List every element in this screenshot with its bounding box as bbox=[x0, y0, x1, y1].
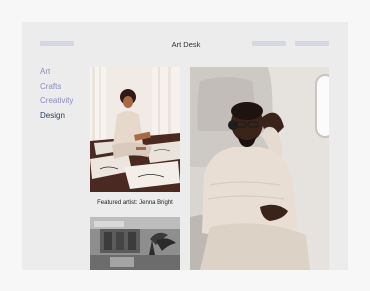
sidebar-item-crafts[interactable]: Crafts bbox=[40, 80, 73, 95]
featured-artist-caption: Featured artist: Jenna Bright bbox=[97, 200, 173, 206]
featured-artist-photo[interactable] bbox=[90, 67, 180, 192]
sidebar-item-creativity[interactable]: Creativity bbox=[40, 94, 73, 109]
artist-drawing-image bbox=[90, 67, 180, 192]
studio-photo[interactable] bbox=[90, 217, 180, 270]
nav-placeholder-left[interactable] bbox=[40, 41, 74, 46]
studio-bw-image bbox=[90, 217, 180, 270]
site-brand[interactable]: Art Desk bbox=[164, 40, 208, 49]
main-feature-photo[interactable] bbox=[190, 67, 329, 270]
airplane-passenger-image bbox=[190, 67, 329, 270]
sidebar-item-art[interactable]: Art bbox=[40, 65, 73, 80]
sidebar-item-design[interactable]: Design bbox=[40, 109, 73, 124]
page-container: Art Desk Art Crafts Creativity Design Fe… bbox=[22, 22, 348, 270]
nav-placeholder-2[interactable] bbox=[295, 41, 329, 46]
nav-placeholder-1[interactable] bbox=[252, 41, 286, 46]
category-sidebar: Art Crafts Creativity Design bbox=[40, 65, 73, 123]
